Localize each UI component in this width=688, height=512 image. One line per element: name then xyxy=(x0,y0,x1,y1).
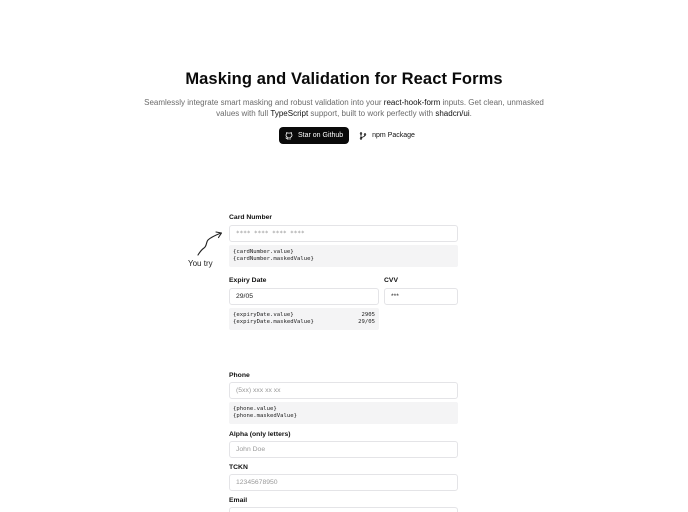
you-try-annotation: You try xyxy=(188,259,213,268)
code-row: {expiryDate.maskedValue} 29/05 xyxy=(233,319,375,326)
npm-package-label: npm Package xyxy=(372,132,415,139)
alpha-input[interactable]: John Doe xyxy=(229,441,458,458)
code-row: {cardNumber.maskedValue} xyxy=(233,256,454,263)
code-row: {phone.value} xyxy=(233,406,454,413)
card-value-code: {cardNumber.value} xyxy=(233,249,294,255)
desc-end: . xyxy=(469,109,472,118)
card-masked-code: {cardNumber.maskedValue} xyxy=(233,256,314,262)
star-github-button[interactable]: Star on Github xyxy=(279,127,350,144)
cvv-label: CVV xyxy=(384,277,398,284)
phone-input[interactable]: (5xx) xxx xx xx xyxy=(229,382,458,399)
expiry-date-label: Expiry Date xyxy=(229,277,267,284)
hero-actions: Star on Github npm Package xyxy=(279,127,419,144)
desc-prefix: Seamlessly integrate smart masking and r… xyxy=(144,98,384,107)
page-description: Seamlessly integrate smart masking and r… xyxy=(140,97,548,119)
expiry-masked-code: {expiryDate.maskedValue} xyxy=(233,319,314,325)
tckn-input[interactable]: 12345678950 xyxy=(229,474,458,491)
email-label: Email xyxy=(229,497,248,504)
github-icon xyxy=(285,131,293,140)
cvv-input[interactable]: *** xyxy=(384,288,458,305)
desc-mid2: support, built to work perfectly with xyxy=(308,109,436,118)
desc-typescript: TypeScript xyxy=(270,109,309,118)
page-title: Masking and Validation for React Forms xyxy=(185,70,503,88)
code-row: {phone.maskedValue} xyxy=(233,413,454,420)
phone-value-code: {phone.value} xyxy=(233,406,277,412)
npm-package-button[interactable]: npm Package xyxy=(355,127,419,144)
code-row: {cardNumber.value} xyxy=(233,249,454,256)
desc-shadcn: shadcn/ui xyxy=(435,109,470,118)
card-number-input[interactable]: **** **** **** **** xyxy=(229,225,458,242)
git-branch-icon xyxy=(359,131,367,140)
expiry-value-code: {expiryDate.value} xyxy=(233,312,294,318)
card-number-label: Card Number xyxy=(229,214,273,221)
tckn-label: TCKN xyxy=(229,464,248,471)
card-number-code-block: {cardNumber.value} {cardNumber.maskedVal… xyxy=(229,245,458,267)
email-input[interactable] xyxy=(229,507,458,512)
expiry-value-result: 2905 xyxy=(361,312,375,318)
code-row: {expiryDate.value} 2905 xyxy=(233,312,375,319)
expiry-date-input[interactable]: 29/05 xyxy=(229,288,379,305)
phone-code-block: {phone.value} {phone.maskedValue} xyxy=(229,402,458,424)
expiry-masked-result: 29/05 xyxy=(358,319,375,325)
alpha-label: Alpha (only letters) xyxy=(229,431,291,438)
phone-masked-code: {phone.maskedValue} xyxy=(233,413,297,419)
star-github-label: Star on Github xyxy=(298,132,344,139)
expiry-date-code-block: {expiryDate.value} 2905 {expiryDate.maske… xyxy=(229,308,379,330)
phone-label: Phone xyxy=(229,372,250,379)
desc-react-hook-form: react-hook-form xyxy=(383,98,441,107)
curved-arrow-icon xyxy=(197,231,223,256)
